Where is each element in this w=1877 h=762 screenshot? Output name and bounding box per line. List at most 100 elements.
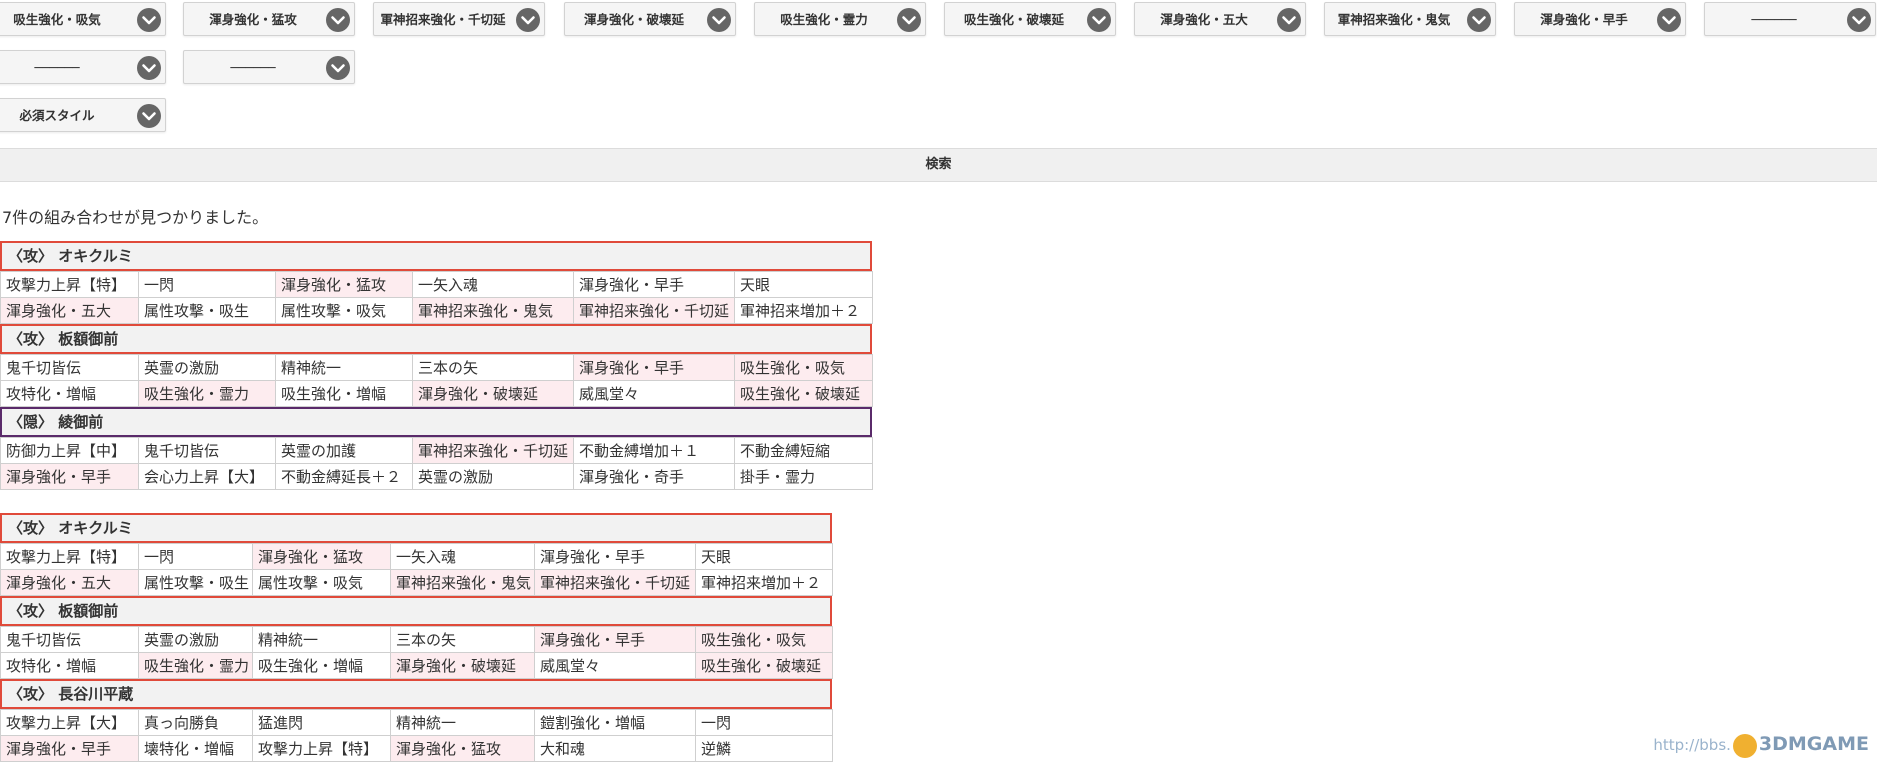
skill-table: 攻撃力上昇【大】 真っ向勝負 猛進閃 精神統一 鎧割強化・増幅 一閃 渾身強化・… bbox=[0, 709, 833, 762]
chevron-down-icon bbox=[137, 104, 161, 128]
filter-select-10[interactable]: ────── bbox=[1704, 2, 1876, 36]
filter-select-value: 軍神招来強化・鬼気 bbox=[1337, 12, 1451, 27]
table-row: 攻撃力上昇【特】 一閃 渾身強化・猛攻 一矢入魂 渾身強化・早手 天眼 bbox=[0, 271, 873, 298]
skill-cell: 属性攻撃・吸生 bbox=[138, 569, 253, 596]
skill-cell: 一矢入魂 bbox=[412, 271, 574, 298]
skill-cell: 鬼千切皆伝 bbox=[138, 437, 276, 464]
filter-select-8[interactable]: 軍神招来強化・鬼気 bbox=[1324, 2, 1496, 36]
filter-select-12[interactable]: ────── bbox=[183, 50, 355, 84]
table-row: 渾身強化・早手 壊特化・増幅 攻撃力上昇【特】 渾身強化・猛攻 大和魂 逆鱗 bbox=[0, 735, 833, 762]
skill-cell: 攻特化・増幅 bbox=[0, 380, 139, 407]
group-header: 〈攻〉 板額御前 bbox=[0, 596, 832, 626]
filter-select-1[interactable]: 吸生強化・吸気 bbox=[0, 2, 166, 36]
skill-cell: 攻撃力上昇【大】 bbox=[0, 709, 139, 736]
skill-cell-highlight: 吸生強化・破壊延 bbox=[695, 652, 833, 679]
skill-cell: 英霊の激励 bbox=[412, 463, 574, 490]
skill-cell: 一閃 bbox=[138, 543, 253, 570]
chevron-down-icon bbox=[326, 56, 350, 80]
table-row: 鬼千切皆伝 英霊の激励 精神統一 三本の矢 渾身強化・早手 吸生強化・吸気 bbox=[0, 354, 873, 381]
filter-select-6[interactable]: 吸生強化・破壊延 bbox=[944, 2, 1116, 36]
skill-cell: 攻特化・増幅 bbox=[0, 652, 139, 679]
skill-cell: 攻撃力上昇【特】 bbox=[252, 735, 391, 762]
skill-cell: 英霊の加護 bbox=[275, 437, 413, 464]
chevron-down-icon bbox=[1277, 8, 1301, 32]
filter-select-5[interactable]: 吸生強化・霊力 bbox=[754, 2, 926, 36]
skill-cell: 天眼 bbox=[695, 543, 833, 570]
skill-table: 攻撃力上昇【特】 一閃 渾身強化・猛攻 一矢入魂 渾身強化・早手 天眼 渾身強化… bbox=[0, 271, 873, 324]
skill-cell-highlight: 吸生強化・霊力 bbox=[138, 652, 253, 679]
skill-cell-highlight: 吸生強化・吸気 bbox=[695, 626, 833, 653]
filter-select-value: 吸生強化・霊力 bbox=[780, 12, 868, 27]
group-header: 〈攻〉 オキクルミ bbox=[0, 513, 832, 543]
skill-cell: 不動金縛延長＋２ bbox=[275, 463, 413, 490]
skill-cell: 軍神招来増加＋２ bbox=[695, 569, 833, 596]
filter-select-value: 渾身強化・五大 bbox=[1160, 12, 1248, 27]
skill-cell: 鬼千切皆伝 bbox=[0, 626, 139, 653]
skill-cell-highlight: 軍神招来強化・鬼気 bbox=[412, 297, 574, 324]
skill-cell: 三本の矢 bbox=[412, 354, 574, 381]
skill-table: 防御力上昇【中】 鬼千切皆伝 英霊の加護 軍神招来強化・千切延 不動金縛増加＋１… bbox=[0, 437, 873, 490]
chevron-down-icon bbox=[707, 8, 731, 32]
skill-cell-highlight: 渾身強化・破壊延 bbox=[390, 652, 535, 679]
skill-cell-highlight: 渾身強化・早手 bbox=[0, 463, 139, 490]
skill-cell: 精神統一 bbox=[275, 354, 413, 381]
table-row: 攻特化・増幅 吸生強化・霊力 吸生強化・増幅 渾身強化・破壊延 威風堂々 吸生強… bbox=[0, 652, 833, 679]
filter-select-value: ────── bbox=[34, 60, 80, 75]
chevron-down-icon bbox=[1847, 8, 1871, 32]
skill-cell: 英霊の激励 bbox=[138, 354, 276, 381]
table-row: 防御力上昇【中】 鬼千切皆伝 英霊の加護 軍神招来強化・千切延 不動金縛増加＋１… bbox=[0, 437, 873, 464]
skill-cell: 三本の矢 bbox=[390, 626, 535, 653]
skill-cell: 防御力上昇【中】 bbox=[0, 437, 139, 464]
skill-cell: 属性攻撃・吸生 bbox=[138, 297, 276, 324]
skill-cell: 渾身強化・早手 bbox=[534, 543, 696, 570]
skill-cell: 渾身強化・早手 bbox=[573, 271, 735, 298]
skill-cell: 会心力上昇【大】 bbox=[138, 463, 276, 490]
group-header: 〈攻〉 長谷川平蔵 bbox=[0, 679, 832, 709]
table-row: 鬼千切皆伝 英霊の激励 精神統一 三本の矢 渾身強化・早手 吸生強化・吸気 bbox=[0, 626, 833, 653]
skill-cell: 威風堂々 bbox=[534, 652, 696, 679]
filter-select-2[interactable]: 渾身強化・猛攻 bbox=[183, 2, 355, 36]
chevron-down-icon bbox=[137, 8, 161, 32]
required-style-select[interactable]: 必須スタイル bbox=[0, 98, 166, 132]
skill-cell: 不動金縛増加＋１ bbox=[573, 437, 735, 464]
result-count: 7件の組み合わせが見つかりました。 bbox=[2, 208, 269, 227]
skill-cell: 攻撃力上昇【特】 bbox=[0, 271, 139, 298]
skill-cell: 属性攻撃・吸気 bbox=[252, 569, 391, 596]
filter-select-4[interactable]: 渾身強化・破壊延 bbox=[564, 2, 736, 36]
chevron-down-icon bbox=[326, 8, 350, 32]
skill-cell: 鬼千切皆伝 bbox=[0, 354, 139, 381]
result-block-1: 〈攻〉 オキクルミ 攻撃力上昇【特】 一閃 渾身強化・猛攻 一矢入魂 渾身強化・… bbox=[0, 241, 873, 490]
skill-cell-highlight: 渾身強化・五大 bbox=[0, 297, 139, 324]
skill-cell: 精神統一 bbox=[390, 709, 535, 736]
skill-table: 鬼千切皆伝 英霊の激励 精神統一 三本の矢 渾身強化・早手 吸生強化・吸気 攻特… bbox=[0, 354, 873, 407]
skill-cell: 一矢入魂 bbox=[390, 543, 535, 570]
chevron-down-icon bbox=[1087, 8, 1111, 32]
skill-cell-highlight: 軍神招来強化・千切延 bbox=[412, 437, 574, 464]
skill-cell: 渾身強化・奇手 bbox=[573, 463, 735, 490]
skill-cell: 一閃 bbox=[695, 709, 833, 736]
result-block-2: 〈攻〉 オキクルミ 攻撃力上昇【特】 一閃 渾身強化・猛攻 一矢入魂 渾身強化・… bbox=[0, 513, 833, 762]
skill-cell: 壊特化・増幅 bbox=[138, 735, 253, 762]
skill-cell: 不動金縛短縮 bbox=[734, 437, 873, 464]
skill-cell-highlight: 軍神招来強化・千切延 bbox=[573, 297, 735, 324]
filter-select-11[interactable]: ────── bbox=[0, 50, 166, 84]
skill-cell-highlight: 軍神招来強化・千切延 bbox=[534, 569, 696, 596]
skill-cell: 威風堂々 bbox=[573, 380, 735, 407]
skill-cell: 攻撃力上昇【特】 bbox=[0, 543, 139, 570]
skill-cell-highlight: 吸生強化・破壊延 bbox=[734, 380, 873, 407]
skill-cell-highlight: 渾身強化・猛攻 bbox=[275, 271, 413, 298]
filter-select-value: ────── bbox=[230, 60, 276, 75]
filter-select-7[interactable]: 渾身強化・五大 bbox=[1134, 2, 1306, 36]
filter-select-value: 吸生強化・破壊延 bbox=[963, 12, 1064, 27]
filter-select-3[interactable]: 軍神招来強化・千切延 bbox=[373, 2, 545, 36]
skill-cell-highlight: 渾身強化・早手 bbox=[534, 626, 696, 653]
skill-cell: 吸生強化・増幅 bbox=[252, 652, 391, 679]
skill-cell: 軍神招来増加＋２ bbox=[734, 297, 873, 324]
watermark: http://bbs. 3DMGAME bbox=[1653, 729, 1869, 759]
skill-cell: 猛進閃 bbox=[252, 709, 391, 736]
search-button[interactable]: 検索 bbox=[0, 148, 1877, 182]
skill-cell: 掛手・霊力 bbox=[734, 463, 873, 490]
chevron-down-icon bbox=[137, 56, 161, 80]
filter-select-9[interactable]: 渾身強化・早手 bbox=[1514, 2, 1686, 36]
watermark-url: http://bbs. bbox=[1653, 736, 1731, 754]
